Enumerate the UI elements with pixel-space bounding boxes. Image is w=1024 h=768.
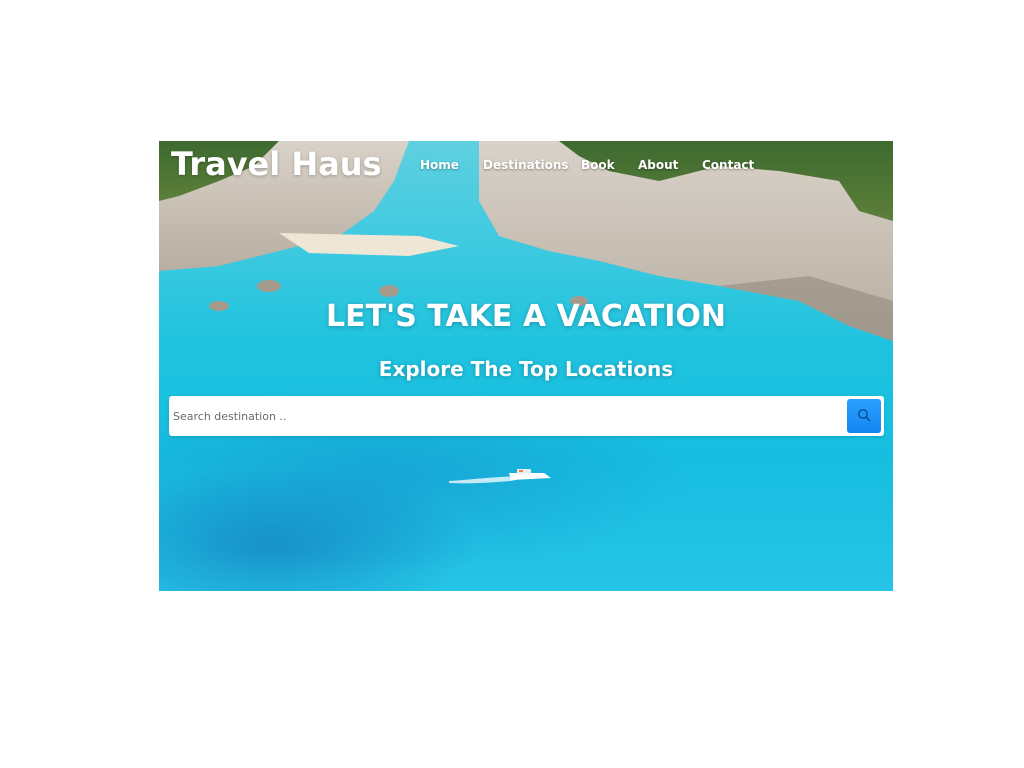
hero-banner: Travel Haus Home Destinations Book About…	[159, 141, 893, 591]
hero-headline: LET'S TAKE A VACATION	[325, 299, 727, 334]
destination-search-bar	[169, 396, 884, 436]
nav-link-book[interactable]: Book	[581, 158, 615, 172]
nav-link-destinations[interactable]: Destinations	[483, 158, 569, 172]
nav-link-home[interactable]: Home	[420, 158, 459, 172]
hero-subheadline: Explore The Top Locations	[378, 357, 674, 381]
nav-link-about[interactable]: About	[638, 158, 678, 172]
search-input[interactable]	[169, 396, 829, 436]
nav-link-contact[interactable]: Contact	[702, 158, 754, 172]
brand-logo[interactable]: Travel Haus	[171, 145, 382, 183]
search-icon	[857, 407, 871, 426]
search-button[interactable]	[847, 399, 881, 433]
speedboat-image	[449, 469, 551, 484]
top-navigation: Travel Haus Home Destinations Book About…	[159, 141, 893, 191]
